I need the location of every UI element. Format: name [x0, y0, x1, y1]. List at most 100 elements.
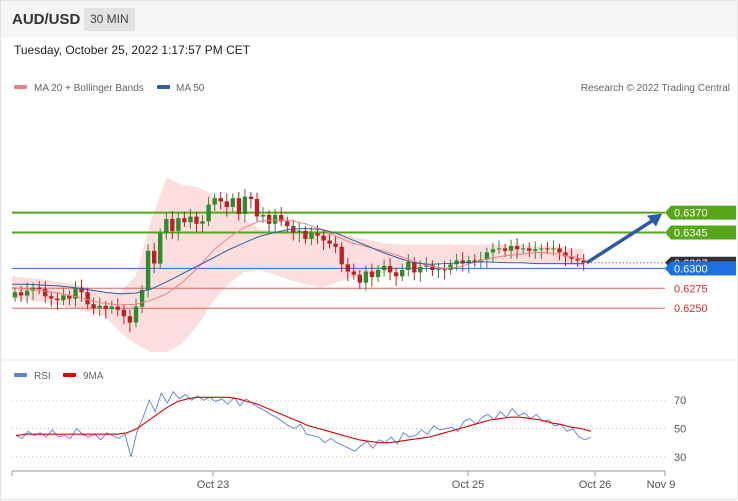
level-label-3: 0.6275 — [674, 283, 708, 295]
candle-body-34 — [218, 198, 223, 202]
candle-body-62 — [387, 266, 393, 273]
x-tick-label-2: Oct 26 — [579, 479, 611, 491]
candle-body-60 — [375, 269, 381, 278]
candle-body-38 — [242, 196, 248, 215]
level-labels: 0.63700.63450.63000.62750.62500.63070.63… — [665, 205, 736, 315]
candle-body-39 — [248, 196, 254, 199]
candle-body-33 — [212, 198, 217, 205]
candle-body-59 — [369, 271, 375, 278]
candle-body-63 — [393, 272, 399, 277]
rsi-tick-1: 50 — [674, 424, 686, 436]
candle-body-36 — [230, 198, 235, 207]
candle-body-30 — [194, 216, 199, 224]
candle-body-2 — [24, 290, 30, 296]
x-axis: Oct 23 Oct 25 Oct 26 Nov 9 — [11, 470, 676, 491]
candle-body-52 — [327, 240, 332, 244]
candle-body-5 — [43, 289, 48, 297]
candle-body-47 — [297, 230, 302, 233]
candle-body-56 — [351, 271, 356, 275]
target-arrow-shaft — [585, 218, 655, 265]
candle-body-31 — [200, 221, 205, 224]
candle-body-22 — [145, 250, 151, 290]
candle-body-86 — [533, 249, 538, 251]
candle-body-81 — [502, 248, 508, 251]
candle-body-40 — [254, 199, 260, 217]
candle-body-50 — [315, 233, 320, 236]
candle-body-70 — [436, 269, 441, 271]
ma20-legend-swatch — [14, 85, 27, 89]
x-tick-label-3: Nov 9 — [647, 479, 676, 491]
candle-body-14 — [97, 305, 102, 309]
ma50-legend-swatch — [157, 85, 170, 89]
pivot-label-top: 0.6300 — [674, 263, 708, 275]
candle-body-0 — [12, 292, 18, 298]
candle-body-66 — [412, 262, 417, 273]
candle-body-87 — [539, 248, 544, 250]
candle-body-26 — [170, 219, 175, 231]
chart-frame: AUD/USD 30 MIN Tuesday, October 25, 2022… — [0, 0, 738, 500]
rsi-legend-swatch — [14, 373, 27, 377]
candle-body-82 — [508, 246, 514, 251]
candle-body-20 — [133, 306, 139, 323]
candle-body-8 — [61, 295, 66, 301]
candle-body-88 — [545, 248, 550, 250]
candle-body-79 — [490, 249, 496, 253]
level-label-4: 0.6250 — [674, 303, 708, 315]
candle-body-94 — [581, 260, 586, 263]
x-tick-label-1: Oct 25 — [452, 479, 484, 491]
rsi-panel: 70 50 30 — [12, 390, 686, 464]
bollinger-band — [12, 177, 584, 352]
rsi-ma-line — [15, 396, 592, 444]
candle-body-6 — [49, 296, 54, 299]
candle-body-28 — [182, 218, 187, 223]
candle-body-24 — [158, 233, 163, 264]
candle-body-48 — [303, 230, 308, 239]
rsi-line — [15, 390, 592, 457]
rsi-ma-legend-swatch — [63, 373, 76, 377]
candle-body-15 — [103, 305, 108, 309]
candle-body-65 — [406, 262, 411, 270]
candle-body-58 — [363, 271, 369, 283]
candle-body-53 — [333, 243, 338, 247]
candle-body-90 — [557, 248, 562, 253]
candle-body-18 — [121, 309, 127, 317]
candle-body-25 — [164, 219, 169, 234]
candle-body-83 — [514, 246, 520, 250]
candle-body-67 — [418, 266, 423, 273]
rsi-tick-0: 70 — [674, 395, 686, 407]
candle-body-23 — [152, 250, 157, 264]
candle-body-1 — [18, 292, 24, 296]
candle-body-49 — [309, 233, 314, 239]
candle-body-73 — [454, 260, 459, 265]
level-label-0: 0.6370 — [674, 208, 708, 220]
candle-body-27 — [176, 218, 181, 231]
candle-body-21 — [139, 289, 145, 307]
candle-body-41 — [260, 215, 266, 217]
candle-body-42 — [266, 215, 272, 224]
x-tick-label-0: Oct 23 — [197, 479, 229, 491]
candle-body-17 — [115, 306, 120, 310]
candle-body-32 — [206, 204, 211, 222]
rsi-legend-label: RSI — [34, 371, 51, 382]
candle-body-80 — [496, 248, 502, 250]
candle-body-51 — [321, 235, 326, 241]
candle-body-7 — [55, 298, 60, 301]
candle-body-93 — [575, 258, 580, 261]
ma20-legend-label: MA 20 + Bollinger Bands — [34, 83, 144, 94]
bollinger-band-area — [12, 177, 584, 352]
candle-body-71 — [442, 269, 447, 271]
level-label-1: 0.6345 — [674, 228, 708, 240]
candle-body-57 — [357, 274, 362, 283]
candle-body-55 — [345, 264, 350, 272]
ma50-legend-label: MA 50 — [176, 83, 205, 94]
candle-body-4 — [37, 287, 42, 290]
candle-body-19 — [127, 316, 133, 323]
candle-body-37 — [236, 198, 242, 215]
candle-body-85 — [527, 248, 532, 251]
rsi-tick-2: 30 — [674, 452, 686, 464]
candle-body-54 — [339, 246, 344, 265]
candle-body-89 — [551, 248, 556, 250]
candle-body-13 — [91, 304, 96, 309]
candle-body-64 — [400, 269, 405, 277]
target-arrow — [585, 213, 662, 265]
